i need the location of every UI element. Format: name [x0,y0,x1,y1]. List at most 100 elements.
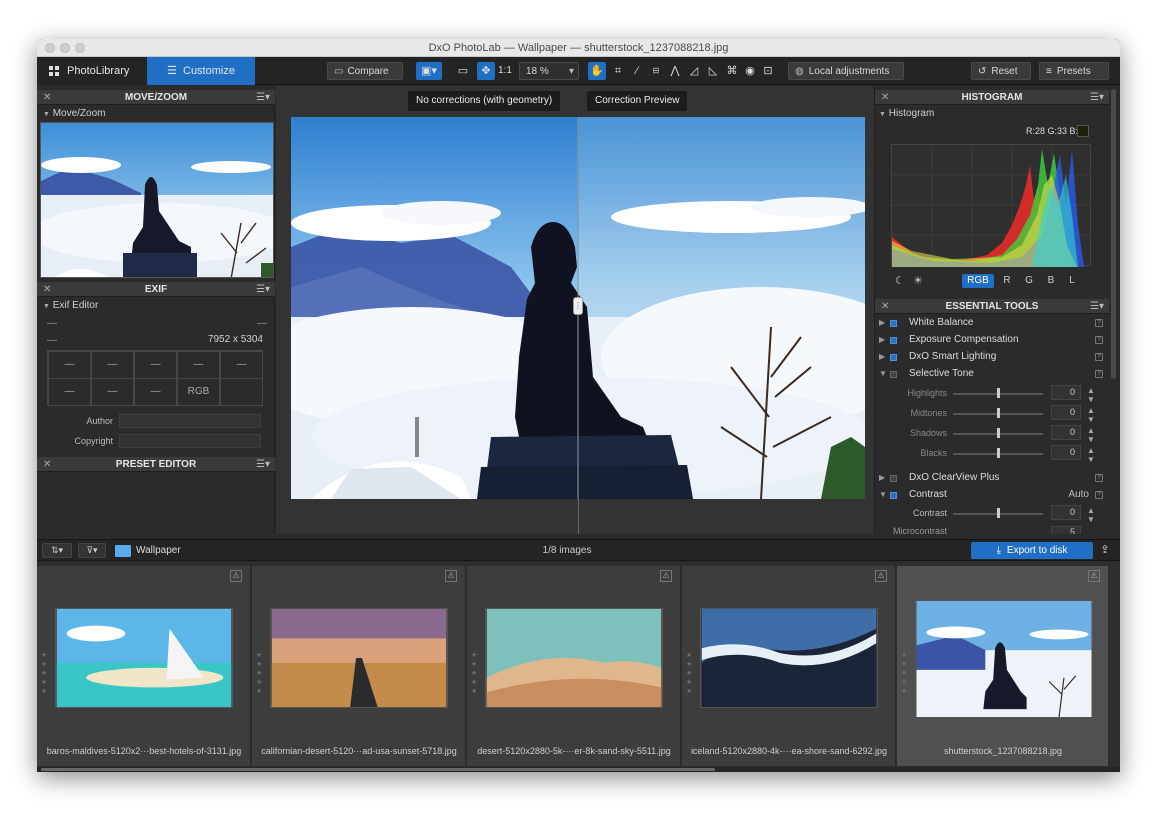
slider-highlights[interactable]: Highlights 0 ▲ ▼ [875,384,1107,404]
preset-editor-header[interactable]: ✕ PRESET EDITOR ☰▾ [37,457,275,472]
tool-selective-tone[interactable]: ▼ Selective Tone? [875,366,1107,382]
tool-enabled-icon[interactable] [890,320,897,327]
warning-icon[interactable]: ⚠ [445,570,457,582]
panel-menu-icon[interactable]: ☰▾ [1090,90,1104,105]
warning-icon[interactable]: ⚠ [230,570,242,582]
thumbnail[interactable]: ⚠ ★ ★ ★ ★ ★ desert-5120x2880-5k-···er-8k-san… [467,566,681,766]
navigator-preview[interactable] [40,122,274,278]
help-icon[interactable]: ? [1095,491,1103,499]
panel-menu-icon[interactable]: ☰▾ [256,282,270,297]
slider-value[interactable]: 5 [1051,526,1081,534]
author-field[interactable] [119,414,261,428]
slider-knob[interactable] [997,428,1000,438]
filmstrip-scrollbar-thumb[interactable] [41,768,715,771]
close-window-button[interactable] [45,43,55,53]
eyedropper-icon[interactable]: ⁄ [628,62,646,80]
stepper-icon[interactable]: ▲ ▼ [1087,506,1095,524]
tab-customize[interactable]: ☰ Customize [147,57,255,85]
help-icon[interactable]: ? [1095,353,1103,361]
slider-shadows[interactable]: Shadows 0 ▲ ▼ [875,424,1107,444]
slider-knob[interactable] [997,448,1000,458]
slider-knob[interactable] [997,388,1000,398]
clipping-shadows-icon[interactable]: ☾ [895,274,905,287]
slider-value[interactable]: 0 [1051,385,1081,400]
help-icon[interactable]: ? [1095,370,1103,378]
eye-icon[interactable]: ◉ [741,62,759,80]
stepper-icon[interactable]: ▲ ▼ [1087,446,1095,464]
slider-midtones[interactable]: Midtones 0 ▲ ▼ [875,404,1107,424]
slider-value[interactable]: 0 [1051,445,1081,460]
zoom-level-select[interactable]: 18 % ▾ [519,62,579,80]
exif-header[interactable]: ✕ EXIF ☰▾ [37,282,275,297]
close-icon[interactable]: ✕ [43,90,51,105]
tool-contrast[interactable]: ▼ Contrast Auto ? [875,487,1107,503]
essential-tools-header[interactable]: ✕ ESSENTIAL TOOLS ☰▾ [875,299,1109,314]
loupe-icon[interactable]: ⊡ [759,62,777,80]
tool-disabled-icon[interactable] [890,475,897,482]
compare-button[interactable]: ▭ Compare [327,62,403,80]
channel-rgb-button[interactable]: RGB [962,274,994,288]
perspective-4pt-icon[interactable]: ◿ [685,62,703,80]
move-icon[interactable]: ✥ [477,62,495,80]
slider-microcontrast[interactable]: Microcontrast 5 [875,524,1107,534]
presets-button[interactable]: ≡ Presets [1039,62,1109,80]
histogram-header[interactable]: ✕ HISTOGRAM ☰▾ [875,90,1109,105]
tool-disabled-icon[interactable] [890,371,897,378]
slider-value[interactable]: 0 [1051,405,1081,420]
right-panel-scrollbar[interactable] [1111,89,1116,379]
slider-blacks[interactable]: Blacks 0 ▲ ▼ [875,444,1107,464]
folder-name[interactable]: Wallpaper [136,545,181,556]
thumbnail[interactable]: ⚠ ★ ★ ★ ★ ★ iceland-5120x2880-4k-···ea-shore… [682,566,896,766]
zoom-1to1-button[interactable]: 1:1 [498,62,512,80]
stepper-icon[interactable]: ▲ ▼ [1087,426,1095,444]
slider-knob[interactable] [997,408,1000,418]
copyright-field[interactable] [119,434,261,448]
perspective-8pt-icon[interactable]: ◺ [704,62,722,80]
fit-icon[interactable]: ▭ [454,62,472,80]
channel-g-button[interactable]: G [1021,274,1037,288]
contrast-auto-button[interactable]: Auto [1068,487,1089,503]
stepper-icon[interactable]: ▲ ▼ [1087,406,1095,424]
clipping-highlights-icon[interactable]: ☀ [913,274,923,287]
minimize-window-button[interactable] [60,43,70,53]
panel-menu-icon[interactable]: ☰▾ [1090,299,1104,314]
slider-value[interactable]: 0 [1051,425,1081,440]
tab-photolibrary[interactable]: PhotoLibrary [37,57,147,85]
slider-knob[interactable] [997,508,1000,518]
sort-button[interactable]: ⇅▾ [42,543,72,558]
rating-stars[interactable]: ★ ★ ★ ★ ★ [471,651,477,696]
help-icon[interactable]: ? [1095,319,1103,327]
close-icon[interactable]: ✕ [43,282,51,297]
movezoom-subheader[interactable]: ▼ Move/Zoom [43,108,106,119]
tool-enabled-icon[interactable] [890,492,897,499]
help-icon[interactable]: ? [1095,336,1103,344]
view-mode-button[interactable]: ▣▾ [416,62,442,80]
local-adjustments-button[interactable]: ◍ Local adjustments [788,62,904,80]
horizon-icon[interactable]: ⊟ [647,62,665,80]
rating-stars[interactable]: ★ ★ ★ ★ ★ [41,651,47,696]
thumbnail[interactable]: ⚠ ★ ★ ★ ★ ★ baros-maldives-5120x2···best-hot… [37,566,251,766]
close-icon[interactable]: ✕ [881,299,889,314]
channel-l-button[interactable]: L [1064,274,1080,288]
share-icon[interactable]: ⇪ [1097,543,1113,558]
tool-white-balance[interactable]: ▶ White Balance? [875,315,1107,331]
help-icon[interactable]: ? [1095,474,1103,482]
exif-subheader[interactable]: ▼ Exif Editor [43,300,98,311]
split-handle[interactable]: ⋮ [573,297,583,315]
tool-smart-lighting[interactable]: ▶ DxO Smart Lighting? [875,349,1107,365]
crop-tool-icon[interactable]: ⌗ [609,62,627,80]
thumbnail-selected[interactable]: ⚠ ★ ★ ★ ★ ★ shutterstock_1237088218.jpg [897,566,1109,766]
rating-stars[interactable]: ★ ★ ★ ★ ★ [256,651,262,696]
channel-r-button[interactable]: R [999,274,1015,288]
thumbnail[interactable]: ⚠ ★ ★ ★ ★ ★ californian-desert-5120···ad-usa… [252,566,466,766]
close-icon[interactable]: ✕ [43,457,51,472]
filmstrip-scrollbar-track[interactable] [37,767,1120,772]
tool-enabled-icon[interactable] [890,337,897,344]
perspective-icon[interactable]: ⋀ [666,62,684,80]
hand-tool-icon[interactable]: ✋ [588,62,606,80]
movezoom-header[interactable]: ✕ MOVE/ZOOM ☰▾ [37,90,275,105]
rating-stars[interactable]: ★ ★ ★ ★ ★ [901,651,907,696]
warning-icon[interactable]: ⚠ [1088,570,1100,582]
warning-icon[interactable]: ⚠ [660,570,672,582]
filter-button[interactable]: ⊽▾ [78,543,106,558]
